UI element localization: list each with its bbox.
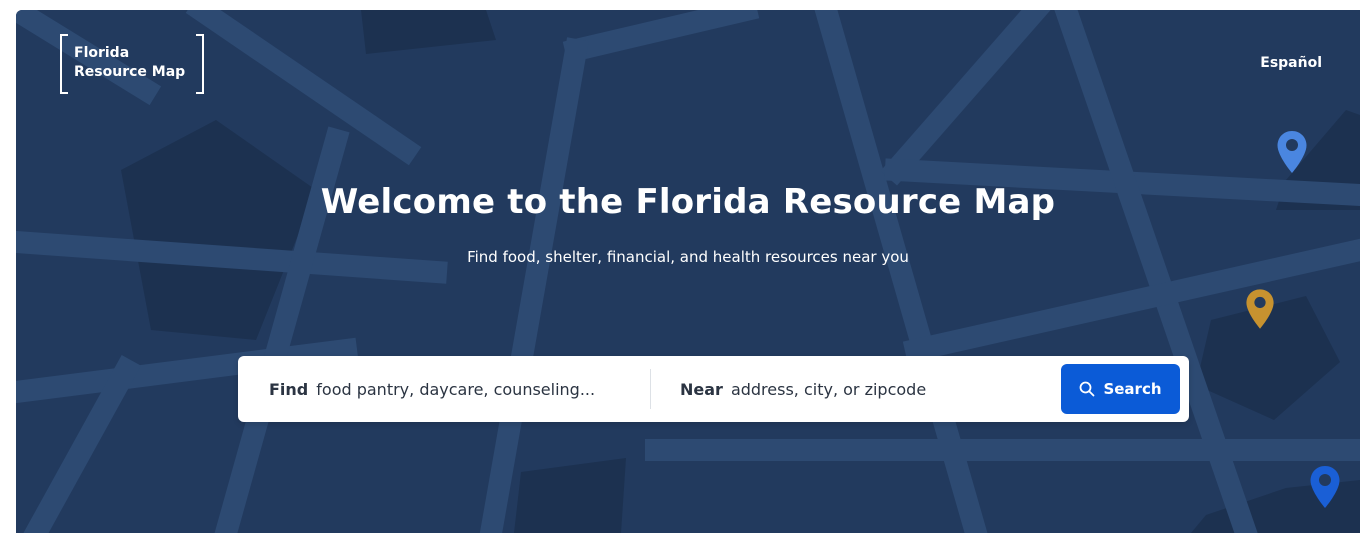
find-label: Find [269, 379, 309, 399]
page-title: Welcome to the Florida Resource Map [320, 182, 1056, 222]
near-label: Near [680, 379, 723, 399]
search-icon [1080, 381, 1095, 397]
search-bar: Find Near Search [238, 356, 1189, 422]
field-divider [650, 369, 651, 409]
map-pin-icon [1310, 466, 1340, 508]
page-subtitle: Find food, shelter, financial, and healt… [467, 248, 909, 266]
logo-line-1: Florida [74, 45, 130, 61]
map-pin-icon [1246, 289, 1274, 329]
logo-right-bracket [196, 34, 204, 94]
hero-section: Florida Resource Map Español Welcome to … [16, 10, 1360, 533]
near-input[interactable] [730, 379, 1031, 399]
find-field[interactable]: Find [269, 356, 639, 422]
language-toggle-link[interactable]: Español [1260, 55, 1322, 71]
search-button[interactable]: Search [1061, 364, 1180, 414]
site-logo[interactable]: Florida Resource Map [60, 34, 204, 94]
logo-left-bracket [60, 34, 68, 94]
near-field[interactable]: Near [680, 356, 1050, 422]
search-button-label: Search [1103, 380, 1162, 398]
logo-line-2: Resource Map [74, 64, 186, 80]
logo-text: Florida Resource Map [74, 44, 185, 82]
map-pin-icon [1277, 131, 1307, 173]
map-background [16, 10, 1360, 533]
find-input[interactable] [316, 379, 617, 399]
